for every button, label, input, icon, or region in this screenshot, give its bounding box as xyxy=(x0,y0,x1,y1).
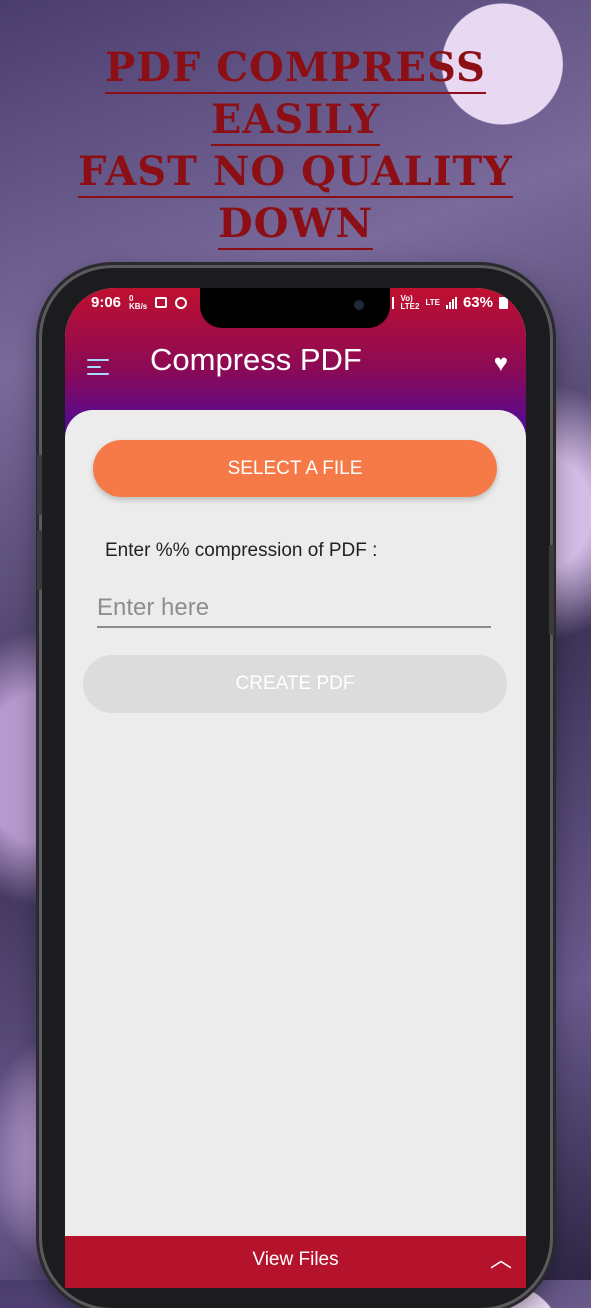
promo-headline: PDF COMPRESS EASILY FAST NO QUALITY DOWN xyxy=(0,42,591,250)
camera-notch xyxy=(200,288,390,328)
signal-bars-icon xyxy=(445,296,457,309)
view-files-bar[interactable]: View Files ︿ xyxy=(65,1236,526,1288)
phone-screen: 9:06 0 KB/s Vo) LTE2 LTE 63% Compress PDF … xyxy=(65,288,526,1288)
select-file-button[interactable]: SELECT A FILE xyxy=(93,440,497,497)
status-bar-right: Vo) LTE2 LTE 63% xyxy=(392,294,508,311)
hamburger-menu-icon[interactable] xyxy=(87,354,109,380)
battery-icon xyxy=(499,296,508,309)
main-content: SELECT A FILE Enter %% compression of PD… xyxy=(65,410,526,1288)
heart-icon[interactable]: ♥ xyxy=(494,350,508,378)
gallery-icon xyxy=(155,297,168,308)
volume-button xyxy=(37,455,42,515)
promo-line-4: DOWN xyxy=(217,200,373,250)
promo-line-2: EASILY xyxy=(210,96,381,146)
compression-input[interactable] xyxy=(97,590,491,628)
status-bar-left: 9:06 0 KB/s xyxy=(91,293,188,311)
volte-icon: Vo) LTE2 xyxy=(400,293,420,311)
app-title: Compress PDF xyxy=(150,342,362,377)
create-pdf-button[interactable]: CREATE PDF xyxy=(83,655,507,713)
data-speed-icon: 0 KB/s xyxy=(129,293,148,311)
signal-icon xyxy=(392,296,395,309)
volume-button xyxy=(37,530,42,590)
lte-icon: LTE xyxy=(425,297,440,307)
battery-percent: 63% xyxy=(462,294,493,311)
chevron-up-icon[interactable]: ︿ xyxy=(490,1236,512,1284)
promo-line-1: PDF COMPRESS xyxy=(105,44,486,94)
power-button xyxy=(549,545,554,635)
view-files-label: View Files xyxy=(252,1249,339,1270)
compression-prompt-label: Enter %% compression of PDF : xyxy=(105,540,378,561)
sync-icon xyxy=(175,296,188,309)
promo-line-3: FAST NO QUALITY xyxy=(78,148,513,198)
status-time: 9:06 xyxy=(91,294,122,311)
front-camera xyxy=(354,300,364,310)
